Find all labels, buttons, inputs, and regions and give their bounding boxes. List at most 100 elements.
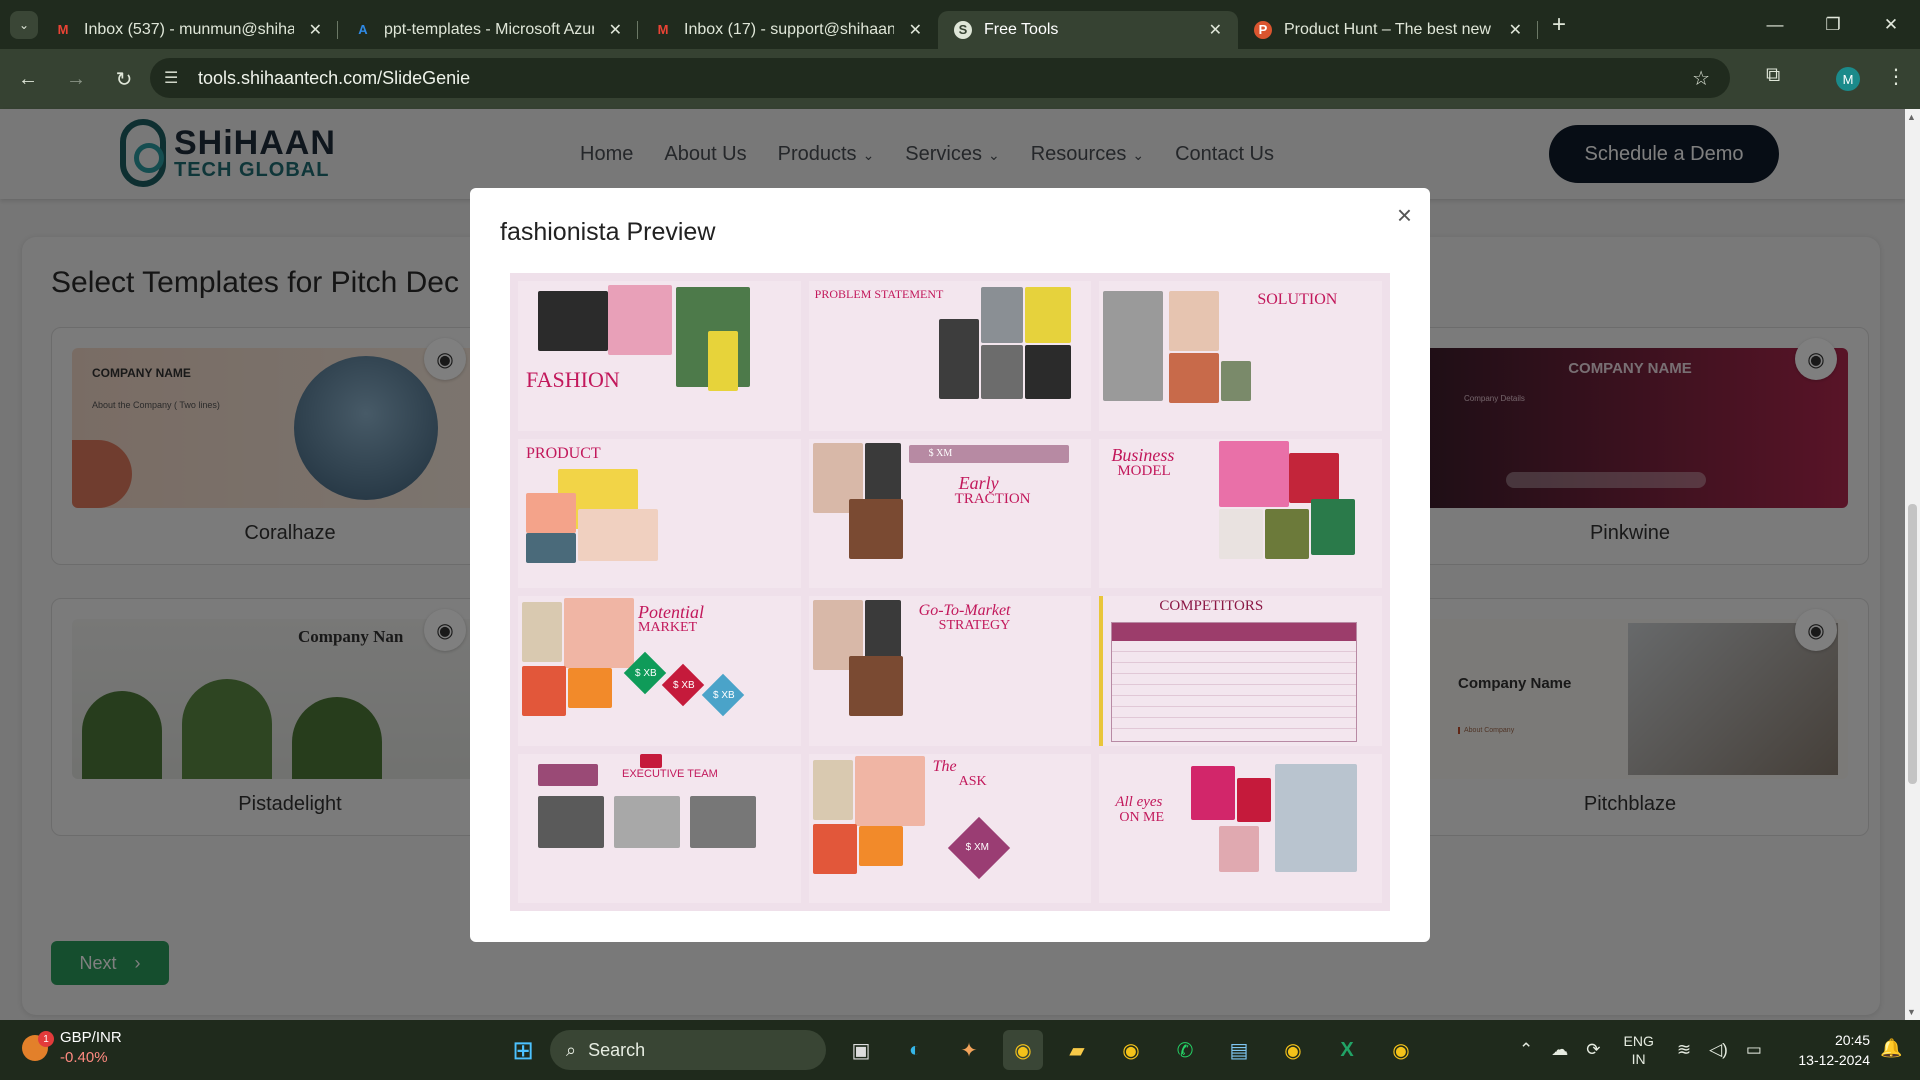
- slide-potential-market: Potential MARKET $ XB $ XB $ XB: [518, 596, 801, 746]
- wifi-icon[interactable]: ≋: [1677, 1040, 1691, 1060]
- scroll-up-icon[interactable]: ▲: [1907, 112, 1916, 122]
- value-label: $ XM: [928, 447, 953, 459]
- tab-title: ppt-templates - Microsoft Azure: [384, 20, 594, 38]
- scroll-down-icon[interactable]: ▼: [1907, 1007, 1916, 1017]
- lang-line1: ENG: [1623, 1033, 1654, 1049]
- close-tab-icon[interactable]: ✕: [1509, 20, 1522, 40]
- close-tab-icon[interactable]: ✕: [609, 20, 622, 40]
- accent-bar: [1099, 596, 1104, 746]
- page-scrollbar[interactable]: ▲ ▼: [1905, 109, 1920, 1020]
- photo: [812, 823, 857, 874]
- chrome-icon[interactable]: ◉: [1003, 1030, 1043, 1070]
- task-view-icon[interactable]: ▣: [841, 1030, 881, 1070]
- photo: [1169, 291, 1220, 351]
- close-tab-icon[interactable]: ✕: [1209, 20, 1222, 40]
- photo: [568, 668, 612, 708]
- edge-icon[interactable]: ◐: [895, 1030, 935, 1070]
- forward-icon[interactable]: →: [56, 68, 96, 91]
- scrollbar-thumb[interactable]: [1908, 504, 1917, 784]
- chrome-icon[interactable]: ◉: [1111, 1030, 1151, 1070]
- profile-avatar[interactable]: M: [1836, 67, 1860, 91]
- tab-product-hunt[interactable]: P Product Hunt – The best new pr ✕: [1238, 11, 1538, 49]
- slide-title-line2: ASK: [958, 773, 987, 789]
- photo: [1024, 287, 1071, 343]
- slide-title: COMPETITORS: [1159, 598, 1264, 614]
- back-icon[interactable]: ←: [8, 68, 48, 91]
- tab-search-chevron-icon[interactable]: ⌄: [10, 10, 38, 39]
- minimize-icon[interactable]: —: [1746, 15, 1804, 35]
- sync-icon[interactable]: ⟳: [1586, 1040, 1600, 1060]
- stock-change: -0.40%: [60, 1049, 108, 1066]
- photo: [708, 331, 738, 391]
- photo: [980, 345, 1023, 399]
- extensions-icon[interactable]: ⧉: [1766, 64, 1780, 87]
- stock-name: GBP/INR: [60, 1029, 122, 1046]
- slide-title: PROBLEM STATEMENT: [814, 287, 944, 301]
- template-preview-image: FASHION PROBLEM STATEMENT SOLUTION PRODU…: [510, 273, 1390, 911]
- notepad-icon[interactable]: ▤: [1219, 1030, 1259, 1070]
- photo: [1103, 291, 1164, 401]
- browser-menu-icon[interactable]: ⋮: [1886, 64, 1906, 89]
- stock-widget[interactable]: 1 GBP/INR -0.40%: [22, 1028, 122, 1068]
- notifications-icon[interactable]: 🔔: [1880, 1038, 1902, 1059]
- slide-product: PRODUCT: [518, 438, 801, 588]
- taskbar-search[interactable]: ⌕ Search: [550, 1030, 826, 1070]
- slide-title: EXECUTIVE TEAM: [622, 767, 718, 780]
- reload-icon[interactable]: ↻: [104, 67, 144, 92]
- slide-title-line1: All eyes: [1115, 793, 1163, 810]
- url-bar[interactable]: ☰ tools.shihaantech.com/SlideGenie ☆: [150, 58, 1730, 98]
- slide-all-eyes-on-me: All eyes ON ME: [1099, 753, 1382, 903]
- tab-azure[interactable]: A ppt-templates - Microsoft Azure ✕: [338, 11, 638, 49]
- value-label: $ XB: [673, 680, 695, 691]
- close-icon[interactable]: ×: [1397, 200, 1412, 231]
- whatsapp-icon[interactable]: ✆: [1165, 1030, 1205, 1070]
- photo: [854, 755, 925, 826]
- chrome-icon[interactable]: ◉: [1381, 1030, 1421, 1070]
- tab-gmail-munmun[interactable]: M Inbox (537) - munmun@shihaan ✕: [38, 11, 338, 49]
- chevron-up-icon[interactable]: ⌃: [1519, 1040, 1533, 1060]
- competitor-table: [1111, 622, 1358, 742]
- table-row: [1112, 685, 1357, 696]
- new-tab-icon[interactable]: +: [1552, 11, 1566, 39]
- excel-icon[interactable]: X: [1327, 1030, 1367, 1070]
- photo: [848, 656, 903, 716]
- restore-icon[interactable]: ❐: [1804, 15, 1862, 35]
- onedrive-cloud-icon[interactable]: ☁: [1551, 1040, 1568, 1060]
- slide-title-line2: MODEL: [1117, 462, 1171, 479]
- slide-title: FASHION: [526, 367, 620, 392]
- clock[interactable]: 20:45 13-12-2024: [1780, 1030, 1870, 1070]
- value-label: $ XM: [965, 841, 989, 853]
- photo: [1221, 361, 1252, 401]
- slide-title-line2: TRACTION: [954, 490, 1031, 507]
- table-header: [1112, 623, 1357, 641]
- close-window-icon[interactable]: ✕: [1862, 15, 1920, 35]
- slide-the-ask: The ASK $ XM: [808, 753, 1092, 903]
- battery-icon[interactable]: ▭: [1746, 1040, 1762, 1060]
- value-label: $ XB: [713, 690, 735, 701]
- table-row: [1112, 696, 1357, 707]
- slide-title: PRODUCT: [526, 444, 601, 462]
- chrome-icon[interactable]: ◉: [1273, 1030, 1313, 1070]
- windows-start-icon[interactable]: ⊞: [503, 1030, 543, 1070]
- azure-icon: A: [358, 22, 368, 37]
- system-tray: ⌃ ☁ ⟳ ENG IN ≋ ◁) ▭: [1510, 1030, 1771, 1070]
- language-indicator[interactable]: ENG IN: [1624, 1032, 1654, 1068]
- tab-gmail-support[interactable]: M Inbox (17) - support@shihaante ✕: [638, 11, 938, 49]
- browser-tab-strip: ⌄ M Inbox (537) - munmun@shihaan ✕ A ppt…: [0, 0, 1920, 49]
- table-row: [1112, 707, 1357, 718]
- tab-title: Free Tools: [984, 20, 1059, 38]
- tab-free-tools[interactable]: S Free Tools ✕: [938, 10, 1238, 49]
- table-row: [1112, 663, 1357, 674]
- close-tab-icon[interactable]: ✕: [909, 20, 922, 40]
- close-tab-icon[interactable]: ✕: [309, 20, 322, 40]
- modal-title: fashionista Preview: [500, 218, 716, 246]
- tab-title: Product Hunt – The best new pr: [1284, 20, 1494, 38]
- file-explorer-icon[interactable]: ▰: [1057, 1030, 1097, 1070]
- slide-business-model: Business MODEL: [1099, 438, 1382, 588]
- site-info-icon[interactable]: ☰: [164, 68, 178, 88]
- copilot-icon[interactable]: ✦: [949, 1030, 989, 1070]
- bookmark-star-icon[interactable]: ☆: [1692, 66, 1710, 91]
- slide-competitors: COMPETITORS: [1099, 596, 1382, 746]
- volume-icon[interactable]: ◁): [1709, 1040, 1728, 1060]
- slide-title-line2: MARKET: [638, 620, 698, 635]
